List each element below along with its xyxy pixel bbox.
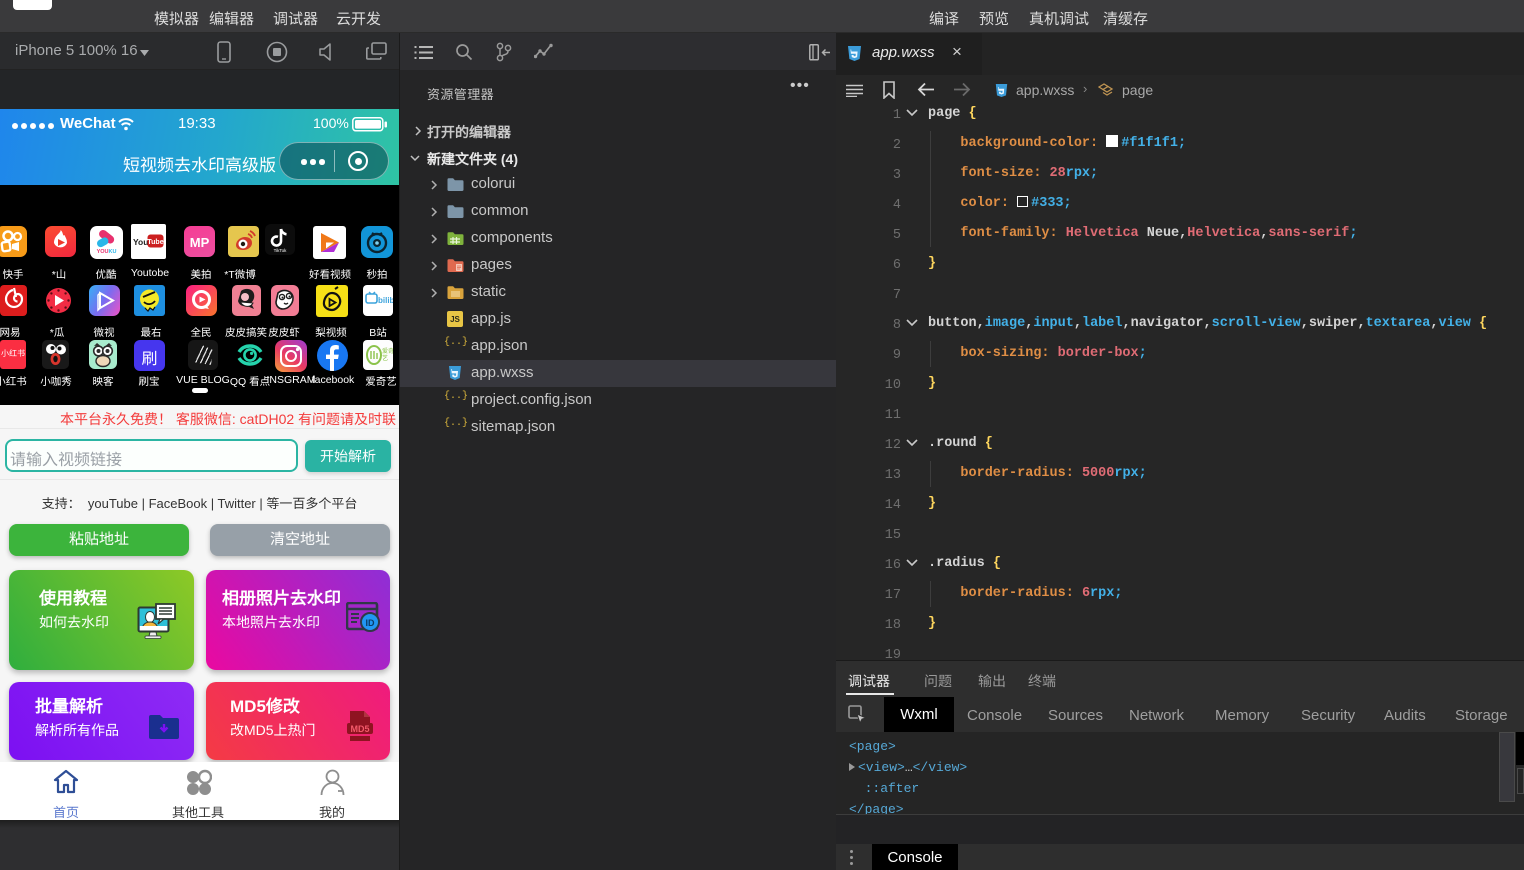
svg-text:MD5: MD5 (350, 724, 369, 734)
svg-text:Tube: Tube (147, 239, 163, 246)
svg-text:ID: ID (366, 618, 376, 628)
svg-text:TikTok: TikTok (274, 248, 288, 253)
svg-text:YOUKU: YOUKU (97, 249, 117, 255)
svg-text:爱奇: 爱奇 (382, 347, 393, 355)
svg-text:bilibili: bilibili (378, 296, 393, 305)
svg-text:MP: MP (190, 235, 210, 250)
svg-text:艺: 艺 (382, 354, 388, 362)
svg-text:You: You (133, 237, 148, 247)
